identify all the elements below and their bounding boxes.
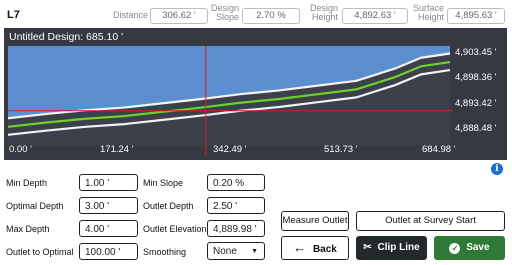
chart-title: Untitled Design: 685.10 ': [9, 31, 124, 43]
surface-height-label: Surface Height: [412, 3, 444, 22]
arrow-left-icon: ←: [293, 240, 307, 255]
outlet-to-optimal-label: Outlet to Optimal: [6, 247, 74, 257]
measure-outlet-button[interactable]: Measure Outlet: [281, 211, 349, 231]
clip-line-button[interactable]: ✂ Clip Line: [356, 236, 427, 260]
scissors-icon: ✂: [363, 242, 372, 253]
min-slope-label: Min Slope: [143, 178, 184, 188]
x-tick-label: 684.98 ': [422, 144, 456, 155]
x-tick-label: 0.00 ': [9, 144, 32, 155]
smoothing-select[interactable]: None ▼: [207, 242, 265, 260]
outlet-at-survey-start-button[interactable]: Outlet at Survey Start: [356, 211, 505, 231]
optimal-depth-field[interactable]: 3.00 ': [79, 197, 138, 214]
design-slope-value: 2.70 %: [242, 8, 300, 24]
surface-height-value: 4,895.63 ': [447, 8, 505, 24]
profile-chart-panel[interactable]: 4,903.45 ' 4,898.36 ' 4,893.42 ' 4,888.48 '…: [4, 28, 507, 160]
y-tick-label: 4,903.45 ': [455, 47, 497, 58]
design-height-label: Design Height: [309, 3, 338, 22]
distance-value: 306.62 ': [150, 8, 208, 24]
distance-label: Distance: [112, 10, 148, 20]
min-depth-label: Min Depth: [6, 178, 48, 188]
x-tick-label: 513.73 ': [324, 144, 358, 155]
y-tick-label: 4,893.42 ': [455, 98, 497, 109]
x-tick-label: 342.49 ': [213, 144, 247, 155]
max-depth-label: Max Depth: [6, 224, 50, 234]
back-button[interactable]: ← Back: [281, 236, 349, 260]
min-slope-field[interactable]: 0.20 %: [207, 174, 265, 191]
profile-chart[interactable]: 4,903.45 ' 4,898.36 ' 4,893.42 ' 4,888.48 '…: [4, 28, 507, 160]
min-depth-field[interactable]: 1.00 ': [79, 174, 138, 191]
smoothing-label: Smoothing: [143, 247, 187, 257]
outlet-depth-field[interactable]: 2.50 ': [207, 197, 265, 214]
y-tick-label: 4,898.36 ': [455, 72, 497, 83]
optimal-depth-label: Optimal Depth: [6, 201, 64, 211]
outlet-elevation-field[interactable]: 4,889.98 ': [207, 220, 265, 237]
design-slope-label: Design Slope: [211, 3, 240, 22]
outlet-elevation-label: Outlet Elevation: [143, 224, 207, 234]
page-title: L7: [7, 9, 20, 21]
max-depth-field[interactable]: 4.00 ': [79, 220, 138, 237]
save-button[interactable]: ✓ Save: [434, 236, 505, 260]
info-icon[interactable]: i: [491, 163, 503, 175]
x-tick-label: 171.24 ': [100, 144, 134, 155]
smoothing-selected-value: None: [213, 246, 237, 257]
outlet-depth-label: Outlet Depth: [143, 201, 194, 211]
outlet-to-optimal-field[interactable]: 100.00 ': [79, 243, 138, 260]
y-tick-label: 4,888.48 ': [455, 123, 497, 134]
design-height-value: 4,892.63 ': [342, 8, 408, 24]
dropdown-caret-icon: ▼: [251, 248, 258, 255]
check-circle-icon: ✓: [449, 243, 461, 254]
